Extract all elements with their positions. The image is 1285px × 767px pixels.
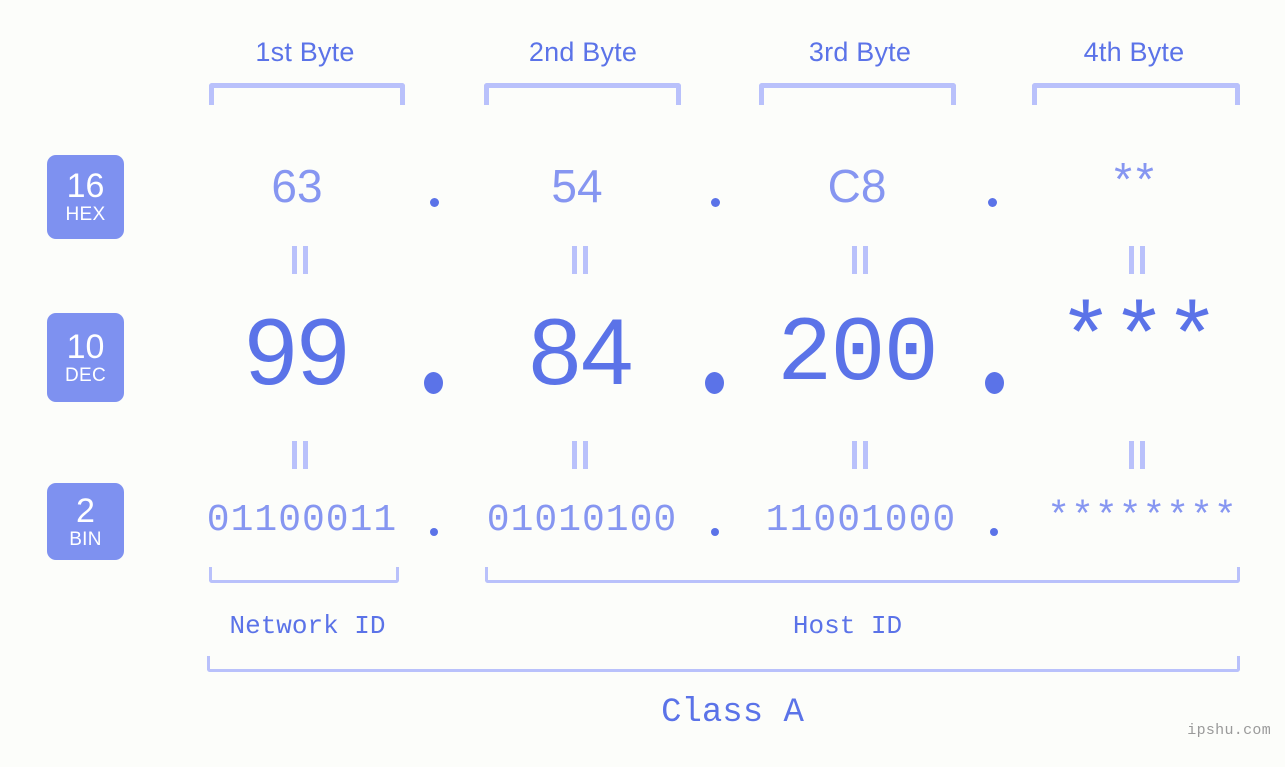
hex-dot-2	[711, 198, 720, 207]
hex-byte-1: 63	[271, 160, 323, 212]
base-badge-dec: 10 DEC	[47, 313, 124, 402]
equals-separator-dec-bin-1	[291, 441, 309, 469]
base-badge-bin-number: 2	[76, 491, 95, 530]
byte-header-4: 4th Byte	[1083, 37, 1185, 67]
bin-dot-1	[430, 528, 438, 536]
equals-separator-hex-dec-3	[851, 246, 869, 274]
byte-header-1: 1st Byte	[255, 37, 355, 67]
bin-byte-2: 01010100	[486, 499, 678, 542]
bin-byte-3: 11001000	[765, 499, 957, 542]
host-id-bracket	[485, 567, 1240, 583]
equals-separator-dec-bin-3	[851, 441, 869, 469]
network-id-label: Network ID	[229, 611, 386, 641]
byte-bracket-1	[209, 83, 405, 105]
base-badge-hex-name: HEX	[65, 204, 106, 225]
hex-byte-4: **	[1114, 153, 1158, 205]
class-label: Class A	[661, 694, 804, 732]
equals-separator-dec-bin-4	[1128, 441, 1146, 469]
dec-dot-1	[424, 372, 443, 394]
base-badge-hex-number: 16	[66, 167, 105, 205]
bin-dot-2	[711, 528, 719, 536]
dec-byte-1: 99	[244, 299, 350, 404]
equals-separator-hex-dec-2	[571, 246, 589, 274]
hex-dot-3	[988, 198, 997, 207]
equals-separator-hex-dec-4	[1128, 246, 1146, 274]
watermark: ipshu.com	[1187, 722, 1271, 739]
base-badge-dec-name: DEC	[64, 364, 106, 386]
base-badge-dec-number: 10	[66, 327, 105, 366]
ip-address-breakdown-diagram: 1st Byte 2nd Byte 3rd Byte 4th Byte 16 H…	[0, 0, 1285, 767]
dec-dot-3	[985, 372, 1004, 394]
bin-byte-1: 01100011	[206, 499, 398, 542]
class-bracket	[207, 656, 1240, 672]
base-badge-bin-name: BIN	[69, 528, 102, 550]
byte-header-3: 3rd Byte	[808, 37, 912, 67]
byte-bracket-4	[1032, 83, 1240, 105]
host-id-label: Host ID	[792, 611, 903, 641]
dec-byte-3: 200	[777, 302, 939, 407]
byte-bracket-2	[484, 83, 681, 105]
bin-byte-4: ********	[1047, 496, 1238, 539]
equals-separator-hex-dec-1	[291, 246, 309, 274]
bin-dot-3	[990, 528, 998, 536]
equals-separator-dec-bin-2	[571, 441, 589, 469]
byte-bracket-3	[759, 83, 956, 105]
byte-header-2: 2nd Byte	[528, 37, 638, 67]
hex-dot-1	[430, 198, 439, 207]
base-badge-bin: 2 BIN	[47, 483, 124, 560]
network-id-bracket	[209, 567, 399, 583]
dec-dot-2	[705, 372, 724, 394]
dec-byte-4: ***	[1058, 289, 1220, 394]
hex-byte-2: 54	[551, 160, 603, 212]
dec-byte-2: 84	[528, 299, 634, 404]
hex-byte-3: C8	[827, 160, 887, 212]
base-badge-hex: 16 HEX	[47, 155, 124, 239]
